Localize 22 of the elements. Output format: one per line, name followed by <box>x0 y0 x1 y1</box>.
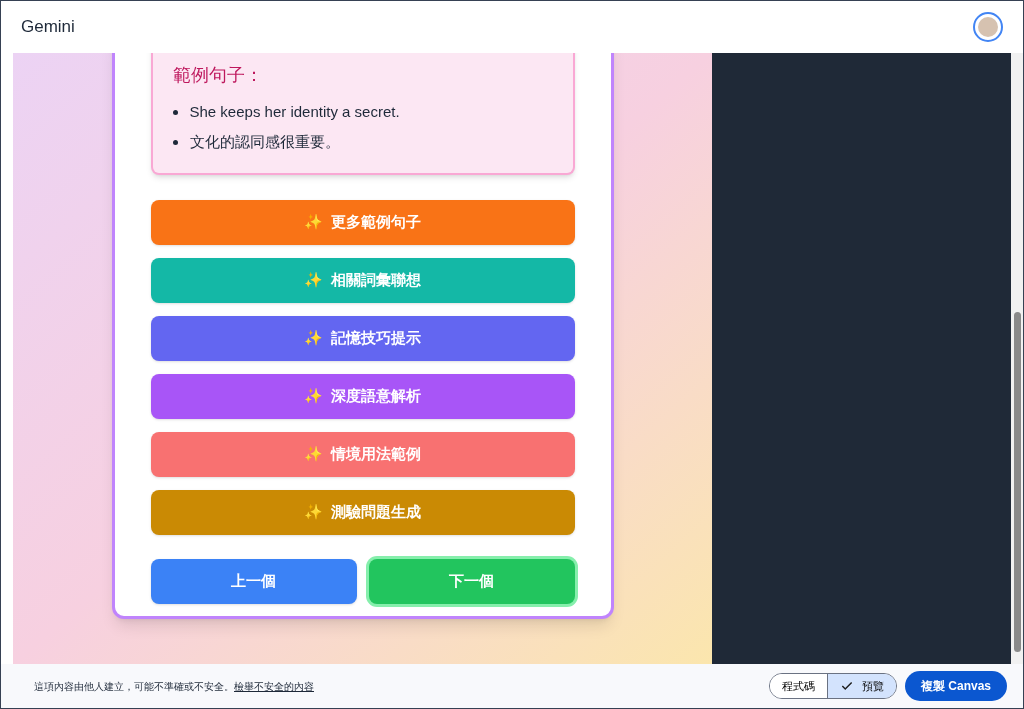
action-button[interactable]: ✨ 相關詞彙聯想 <box>150 258 575 303</box>
action-button[interactable]: ✨ 記憶技巧提示 <box>150 316 575 361</box>
examples-heading: 範例句子： <box>172 64 264 87</box>
view-tab[interactable]: 程式碼 <box>769 674 827 698</box>
example-sentence: She keeps her identity a secret. <box>189 102 400 122</box>
next-button[interactable]: 下一個 <box>368 559 575 604</box>
example-sentence: 文化的認同感很重要。 <box>189 132 340 152</box>
action-button[interactable]: ✨ 情境用法範例 <box>150 432 575 477</box>
bullet-icon <box>172 109 178 115</box>
avatar-icon[interactable] <box>973 12 1003 42</box>
view-tab[interactable]: 預覽 <box>826 674 896 698</box>
bullet-icon <box>172 139 178 145</box>
action-button[interactable]: ✨ 深度語意解析 <box>150 374 575 419</box>
check-icon <box>839 679 854 693</box>
scrollbar[interactable] <box>1011 53 1023 664</box>
action-button[interactable]: ✨ 更多範例句子 <box>150 200 575 245</box>
previous-button[interactable]: 上一個 <box>150 559 357 604</box>
app-title: Gemini <box>21 16 75 39</box>
copy-canvas-button[interactable]: 複製 Canvas <box>904 671 1007 701</box>
disclaimer-text: 這項內容由他人建立，可能不準確或不安全。檢舉不安全的內容 <box>34 679 314 694</box>
report-link[interactable]: 檢舉不安全的內容 <box>234 680 314 692</box>
action-button[interactable]: ✨ 測驗問題生成 <box>150 490 575 535</box>
